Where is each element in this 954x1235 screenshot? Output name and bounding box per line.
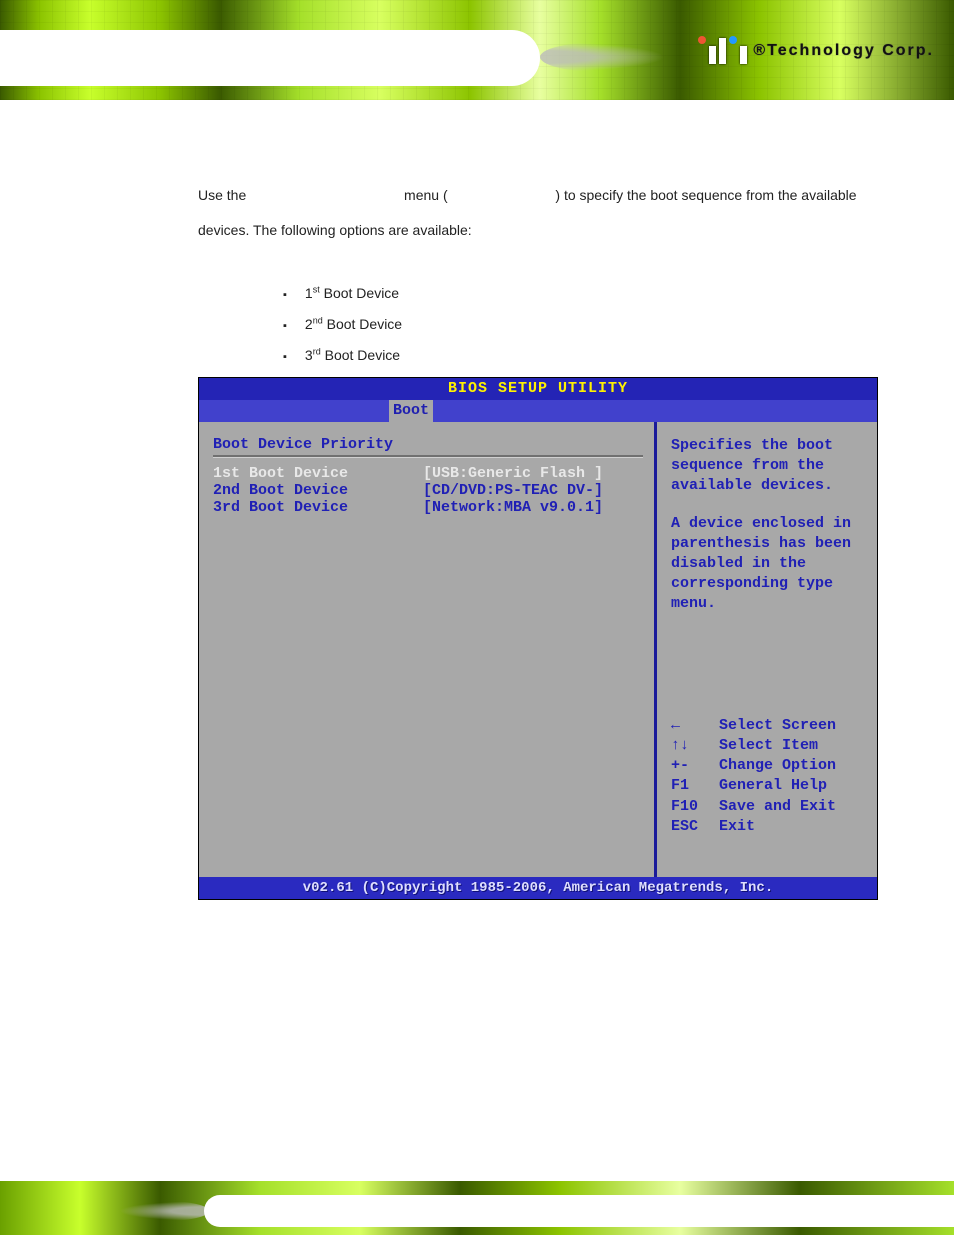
header-white-bar: [0, 30, 540, 86]
bios-title-bar: BIOS SETUP UTILITY: [199, 378, 877, 400]
footer-white-bar: [204, 1195, 954, 1227]
bios-footer: v02.61 (C)Copyright 1985-2006, American …: [199, 877, 877, 899]
bios-body: Boot Device Priority 1st Boot Device [US…: [199, 422, 877, 877]
bios-option-value: [Network:MBA v9.0.1]: [423, 499, 603, 516]
bios-option-value: [USB:Generic Flash ]: [423, 465, 603, 482]
logo-mark-icon: [698, 38, 747, 64]
bios-tab-bar: Boot: [199, 400, 877, 422]
list-item: 1st Boot Device: [283, 278, 878, 309]
intro-paragraph: Use the menu ( ) to specify the boot seq…: [198, 178, 878, 248]
bios-screenshot: BIOS SETUP UTILITY Boot Boot Device Prio…: [198, 377, 878, 900]
bios-option-label: 3rd Boot Device: [213, 499, 423, 516]
bios-panel-heading: Boot Device Priority: [213, 436, 646, 453]
header-grey-tail: [540, 42, 665, 72]
divider: [213, 455, 643, 457]
footer-grey-tail: [119, 1201, 209, 1221]
brand-text: ®Technology Corp.: [753, 42, 934, 60]
registered-mark: ®: [753, 42, 767, 59]
bios-option-label: 1st Boot Device: [213, 465, 423, 482]
list-item: 2nd Boot Device: [283, 309, 878, 340]
bios-option-row[interactable]: 2nd Boot Device [CD/DVD:PS-TEAC DV-]: [213, 482, 646, 499]
bios-option-value: [CD/DVD:PS-TEAC DV-]: [423, 482, 603, 499]
brand-logo: ®Technology Corp.: [698, 38, 934, 64]
bios-option-label: 2nd Boot Device: [213, 482, 423, 499]
bios-option-row[interactable]: 3rd Boot Device [Network:MBA v9.0.1]: [213, 499, 646, 516]
bios-tab-boot[interactable]: Boot: [389, 400, 433, 422]
bios-help-text: Specifies the boot sequence from the ava…: [671, 436, 867, 614]
page-content: Use the menu ( ) to specify the boot seq…: [198, 178, 878, 370]
bios-key-legend: ←Select Screen ↑↓Select Item +-Change Op…: [671, 716, 867, 870]
bios-option-row[interactable]: 1st Boot Device [USB:Generic Flash ]: [213, 465, 646, 482]
bios-right-panel: Specifies the boot sequence from the ava…: [657, 422, 877, 877]
boot-device-bullet-list: 1st Boot Device 2nd Boot Device 3rd Boot…: [283, 278, 878, 370]
bios-left-panel: Boot Device Priority 1st Boot Device [US…: [199, 422, 657, 877]
list-item: 3rd Boot Device: [283, 340, 878, 371]
